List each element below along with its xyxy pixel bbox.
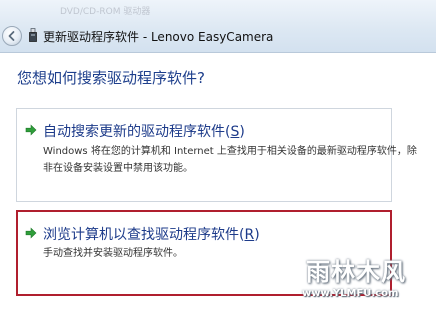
title-bar: DVD/CD-ROM 驱动器 更新驱动程序软件 - Lenovo EasyCam… <box>0 0 436 53</box>
watermark-url: www.YLMFU.com <box>302 288 399 299</box>
update-driver-window: DVD/CD-ROM 驱动器 更新驱动程序软件 - Lenovo EasyCam… <box>0 0 436 310</box>
back-arrow-icon <box>8 31 15 41</box>
green-arrow-icon <box>25 124 37 136</box>
auto-search-title: 自动搜索更新的驱动程序软件(S) <box>43 124 245 140</box>
site-watermark: 雨林木风 www.YLMFU.com <box>296 248 436 310</box>
window-title: 更新驱动程序软件 - Lenovo EasyCamera <box>43 30 274 44</box>
back-button[interactable] <box>2 26 22 46</box>
auto-search-description: Windows 将在您的计算机和 Internet 上查找用于相关设备的最新驱动… <box>43 143 417 177</box>
watermark-logo-text: 雨林木风 <box>306 258 406 286</box>
usb-device-icon <box>29 28 37 42</box>
description-line: 非在设备安装设置中禁用该功能。 <box>43 163 193 174</box>
auto-search-option[interactable]: 自动搜索更新的驱动程序软件(S) Windows 将在您的计算机和 Intern… <box>16 108 417 202</box>
browse-computer-title: 浏览计算机以查找驱动程序软件(R) <box>43 227 260 243</box>
background-ghost-text: DVD/CD-ROM 驱动器 <box>60 7 151 16</box>
green-arrow-icon <box>25 227 37 239</box>
description-line: Windows 将在您的计算机和 Internet 上查找用于相关设备的最新驱动… <box>43 146 417 157</box>
page-heading: 您想如何搜索驱动程序软件? <box>17 69 205 87</box>
